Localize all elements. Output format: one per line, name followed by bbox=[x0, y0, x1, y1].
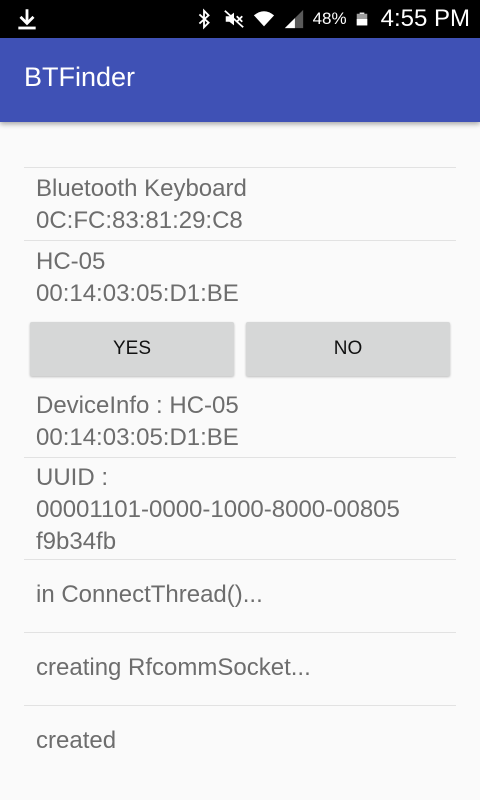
device-name: Bluetooth Keyboard bbox=[36, 175, 247, 202]
uuid-value-line2: f9b34fb bbox=[36, 528, 117, 555]
device-item-hc05[interactable]: HC-05 00:14:03:05:D1:BE bbox=[24, 240, 456, 314]
uuid-label: UUID : bbox=[36, 464, 108, 491]
log-uuid: UUID : 00001101-0000-1000-8000-00805 f9b… bbox=[24, 457, 456, 560]
device-name: HC-05 bbox=[36, 248, 106, 275]
log-entry-text: in ConnectThread()... bbox=[36, 581, 263, 608]
signal-icon bbox=[284, 9, 303, 29]
no-button[interactable]: NO bbox=[246, 322, 450, 376]
app-bar: BTFinder bbox=[0, 38, 480, 122]
main-content: Bluetooth Keyboard 0C:FC:83:81:29:C8 HC-… bbox=[0, 122, 480, 800]
log-entry: creating RfcommSocket... bbox=[24, 632, 456, 706]
wifi-icon bbox=[253, 11, 274, 27]
device-address: 0C:FC:83:81:29:C8 bbox=[36, 207, 243, 234]
device-address: 00:14:03:05:D1:BE bbox=[36, 280, 239, 307]
yes-button[interactable]: YES bbox=[30, 322, 234, 376]
log-entry-text: created bbox=[36, 727, 117, 754]
log-entry-text: creating RfcommSocket... bbox=[36, 654, 311, 681]
battery-percent: 48% bbox=[312, 9, 347, 28]
app-title: BTFinder bbox=[24, 62, 136, 92]
log-device-info: DeviceInfo : HC-05 00:14:03:05:D1:BE bbox=[24, 390, 456, 458]
log-entry: created bbox=[24, 705, 456, 779]
clock: 4:55 PM bbox=[380, 5, 470, 32]
device-info-label: DeviceInfo : HC-05 bbox=[36, 392, 239, 419]
uuid-value-line1: 00001101-0000-1000-8000-00805 bbox=[36, 496, 400, 523]
device-info-address: 00:14:03:05:D1:BE bbox=[36, 424, 239, 451]
log-entry: in ConnectThread()... bbox=[24, 559, 456, 633]
status-icons: 48% 4:55 PM bbox=[193, 0, 470, 38]
battery-icon bbox=[356, 12, 367, 26]
status-bar: 48% 4:55 PM bbox=[0, 0, 480, 38]
bluetooth-icon bbox=[198, 8, 210, 30]
download-icon bbox=[18, 9, 36, 30]
device-item-keyboard[interactable]: Bluetooth Keyboard 0C:FC:83:81:29:C8 bbox=[24, 167, 456, 241]
mute-icon bbox=[223, 10, 244, 28]
